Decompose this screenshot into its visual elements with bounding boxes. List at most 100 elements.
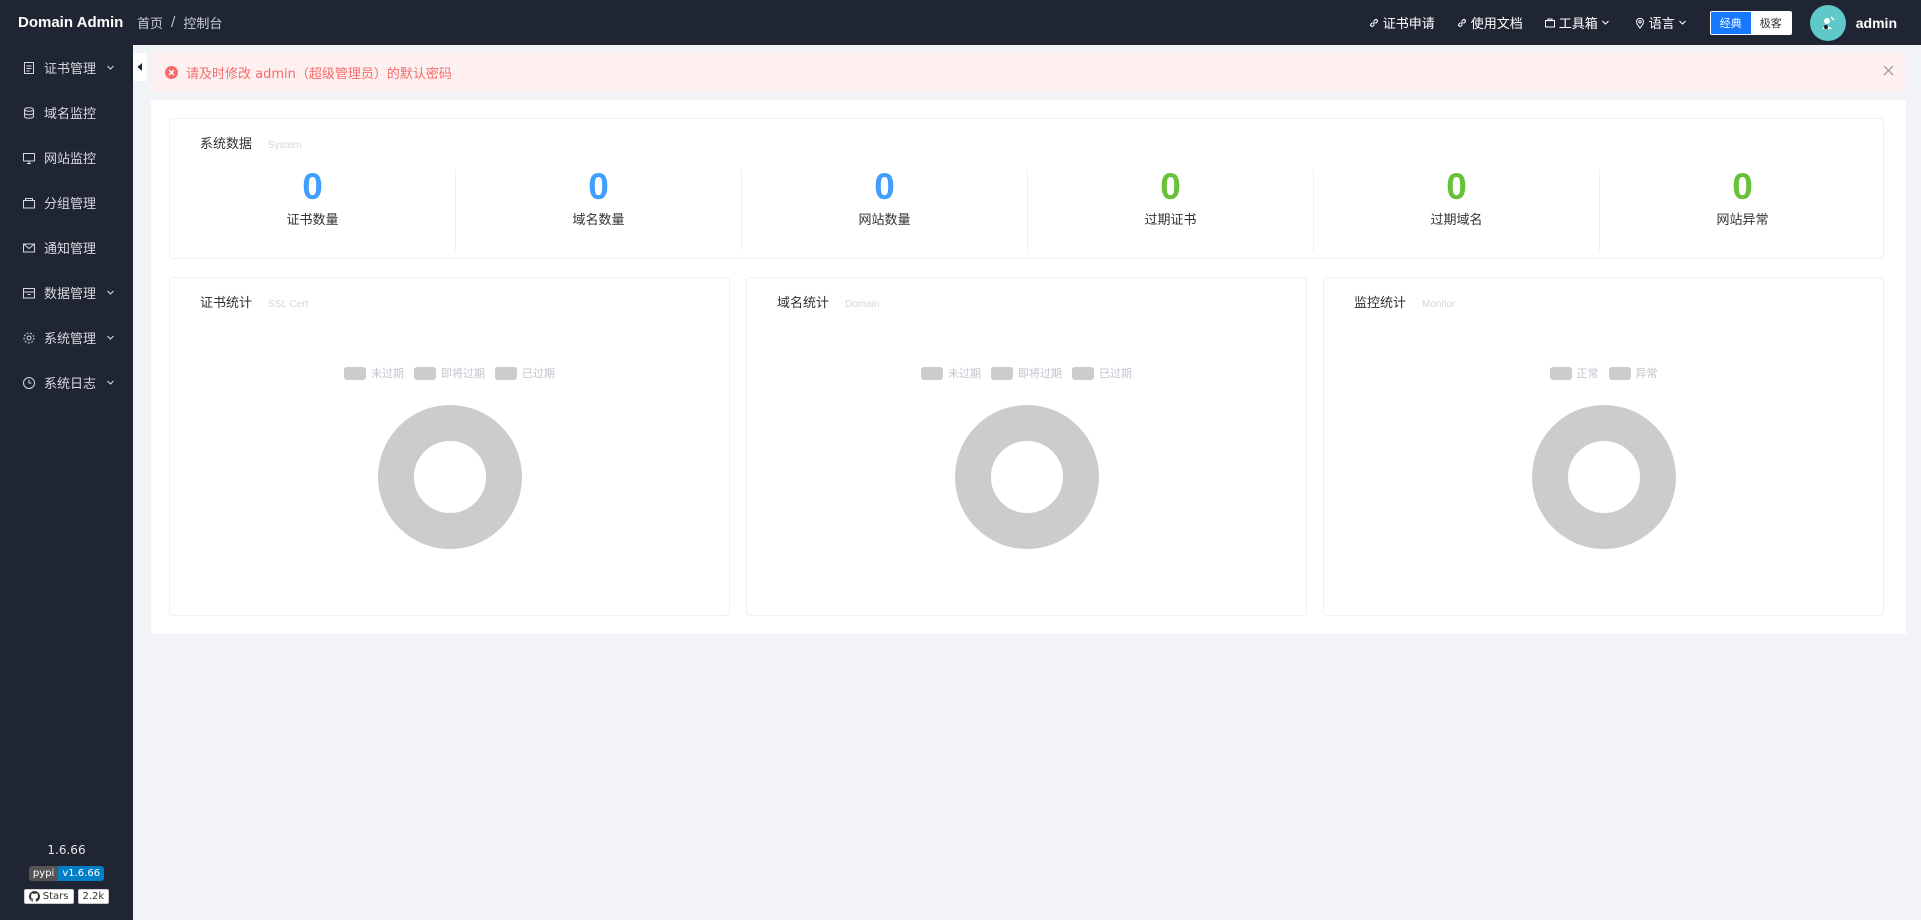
legend-item[interactable]: 已过期 [495,365,555,381]
legend-swatch [921,366,943,380]
cert-apply-link[interactable]: 证书申请 [1368,13,1435,32]
sidebar-item-label: 域名监控 [44,107,97,122]
card-title: 域名统计 Domain [777,292,879,311]
password-alert: 请及时修改 admin（超级管理员）的默认密码 [151,52,1906,92]
card-title-text: 证书统计 [200,296,253,311]
chevron-down-icon [107,290,114,295]
github-stars-text: Stars [42,891,69,902]
theme-classic-button[interactable]: 经典 [1710,11,1751,34]
sidebar-item-system-log[interactable]: 系统日志 [0,360,133,405]
user-name[interactable]: admin [1856,15,1897,31]
sidebar-item-data-management[interactable]: 数据管理 [0,270,133,315]
brand-logo[interactable]: Domain Admin [0,14,133,31]
legend-label: 即将过期 [441,367,485,380]
sidebar-item-label: 数据管理 [44,287,97,302]
card-subtitle: Domain [845,299,880,310]
avatar[interactable] [1809,4,1846,41]
sidebar-item-label: 系统日志 [44,377,97,392]
sidebar-item-label: 证书管理 [44,62,97,77]
docs-link[interactable]: 使用文档 [1456,13,1523,32]
chevron-down-icon [1678,20,1686,25]
toolbox-dropdown[interactable]: 工具箱 [1544,13,1613,32]
stat-expired-domain[interactable]: 0 过期域名 [1314,167,1599,249]
stat-label: 域名数量 [572,213,625,228]
chevron-down-icon [107,335,114,340]
legend-label: 已过期 [1099,367,1132,380]
sidebar-item-group-management[interactable]: 分组管理 [0,180,133,225]
stat-label: 证书数量 [286,213,339,228]
stat-expired-cert[interactable]: 0 过期证书 [1028,167,1313,249]
user-avatar-icon [1821,15,1835,29]
legend-swatch [1549,366,1572,380]
chevron-down-icon [1601,20,1609,25]
box-icon [22,286,36,300]
empty-donut-chart [378,405,522,549]
stat-value: 0 [874,166,895,207]
legend-item[interactable]: 异常 [1608,365,1658,381]
monitor-icon [22,151,36,165]
location-icon [1635,17,1644,29]
error-circle-icon [165,65,178,79]
breadcrumb-current: 控制台 [183,17,223,32]
card-title-text: 域名统计 [777,296,830,311]
legend-label: 未过期 [371,367,404,380]
docs-label: 使用文档 [1470,17,1523,32]
monitor-stats-card: 监控统计 Monitor 正常 异常 [1323,277,1884,616]
github-icon [28,891,40,902]
legend-item[interactable]: 未过期 [921,365,981,381]
card-title: 监控统计 Monitor [1354,292,1455,311]
theme-geek-button[interactable]: 极客 [1750,11,1791,34]
stat-website-error[interactable]: 0 网站异常 [1600,167,1885,249]
language-label: 语言 [1648,17,1675,32]
cert-apply-label: 证书申请 [1382,17,1435,32]
sidebar-item-notification[interactable]: 通知管理 [0,225,133,270]
close-icon[interactable] [1883,65,1894,76]
stat-value: 0 [302,166,323,207]
card-title: 证书统计 SSL Cert [200,292,308,311]
main-content: 请及时修改 admin（超级管理员）的默认密码 系统数据 System 0 证书… [133,45,1921,920]
header-actions: 证书申请 使用文档 工具箱 语言 经典 极客 admin [1347,0,1921,45]
stat-value: 0 [1160,166,1181,207]
stat-website-count[interactable]: 0 网站数量 [742,167,1027,249]
chart-legend: 未过期 即将过期 已过期 [747,365,1306,381]
legend-item[interactable]: 未过期 [344,365,404,381]
sidebar: 证书管理 域名监控 网站监控 分组管理 通知管理 数据管理 系统管理 系统日志 … [0,45,133,920]
database-icon [22,106,36,120]
toolbox-label: 工具箱 [1558,17,1598,32]
card-subtitle: SSL Cert [268,299,309,310]
gear-icon [22,331,36,345]
card-subtitle: Monitor [1422,299,1456,310]
legend-label: 已过期 [522,367,555,380]
stat-domain-count[interactable]: 0 域名数量 [456,167,741,249]
sidebar-item-website-monitor[interactable]: 网站监控 [0,135,133,180]
github-stars-badge[interactable]: Stars 2.2k [23,889,110,904]
link-icon [1457,18,1466,27]
link-icon [1369,18,1378,27]
empty-donut-chart [955,405,1099,549]
sidebar-item-system-management[interactable]: 系统管理 [0,315,133,360]
document-icon [22,61,36,75]
github-stars-count: 2.2k [77,889,110,904]
chart-legend: 未过期 即将过期 已过期 [170,365,729,381]
legend-swatch [495,366,517,380]
legend-swatch [344,366,366,380]
breadcrumb-home[interactable]: 首页 [137,13,163,32]
stat-value: 0 [1732,166,1753,207]
cert-stats-card: 证书统计 SSL Cert 未过期 即将过期 已过期 [169,277,730,616]
sidebar-item-domain-monitor[interactable]: 域名监控 [0,90,133,135]
sidebar-item-cert-management[interactable]: 证书管理 [0,45,133,90]
legend-label: 即将过期 [1018,367,1062,380]
legend-item[interactable]: 已过期 [1072,365,1132,381]
dashboard-panel: 系统数据 System 0 证书数量 0 域名数量 0 网站数量 0 过期证书 [151,100,1906,634]
legend-item[interactable]: 正常 [1549,365,1599,381]
stat-cert-count[interactable]: 0 证书数量 [170,167,455,249]
sidebar-footer: 1.6.66 pypi v1.6.66 Stars 2.2k [0,843,133,904]
card-title: 系统数据 System [200,133,301,152]
legend-swatch [1608,366,1631,380]
legend-item[interactable]: 即将过期 [414,365,485,381]
pypi-badge[interactable]: pypi v1.6.66 [28,866,105,881]
stat-label: 过期证书 [1144,213,1197,228]
language-dropdown[interactable]: 语言 [1634,13,1690,32]
top-header: Domain Admin 首页 / 控制台 证书申请 使用文档 工具箱 语言 经… [0,0,1921,45]
legend-item[interactable]: 即将过期 [991,365,1062,381]
